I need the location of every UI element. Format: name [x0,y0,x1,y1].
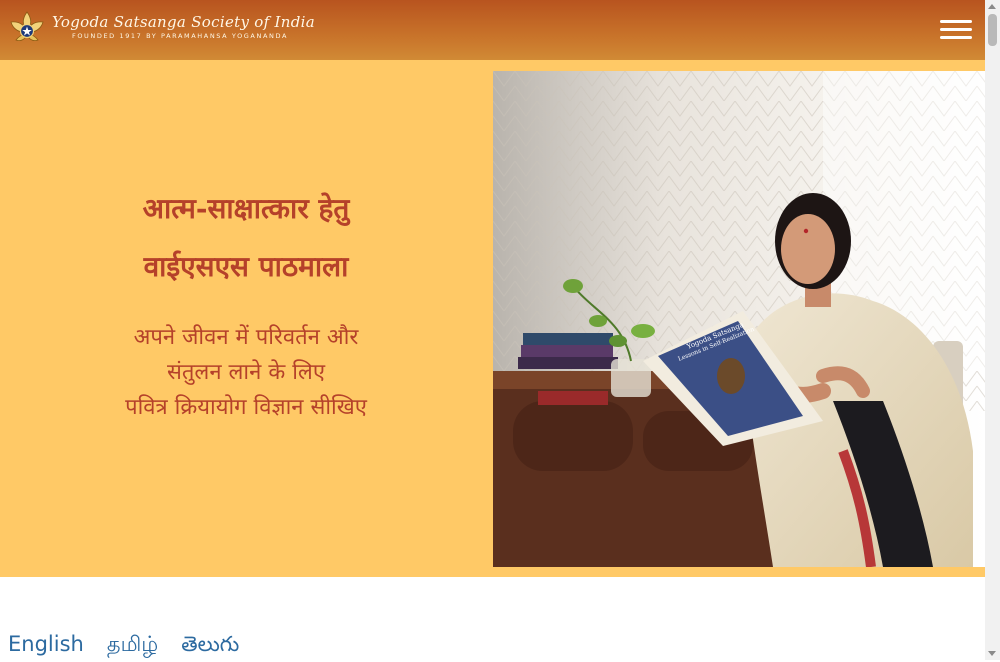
language-link-telugu[interactable]: తెలుగు [181,632,239,656]
lotus-star-emblem-icon[interactable] [8,10,46,48]
hero-subtitle-line2: संतुलन लाने के लिए [166,360,326,385]
org-logo-text[interactable]: Yogoda Satsanga Society of India FOUNDED… [52,13,315,41]
hero-title-line1: आत्म-साक्षात्कार हेतु [142,192,350,225]
language-switcher: English தமிழ் తెలుగు [8,632,257,662]
scroll-down-arrow-icon[interactable] [988,651,996,656]
hero-subtitle: अपने जीवन में परिवर्तन और संतुलन लाने के… [0,320,492,425]
hero-subtitle-line1: अपने जीवन में परिवर्तन और [133,325,359,350]
vertical-scrollbar[interactable] [985,0,1000,660]
hero-title-line2: वाईएसएस पाठमाला [143,250,349,283]
hero-photo-woman-reading-lessons: Yogoda Satsanga Lessons in Self-Realizat… [493,71,985,567]
language-link-tamil[interactable]: தமிழ் [107,632,158,656]
hero-text-block: आत्म-साक्षात्कार हेतु वाईएसएस पाठमाला अप… [0,180,492,425]
scroll-up-arrow-icon[interactable] [988,4,996,9]
hamburger-menu-icon[interactable] [940,18,974,42]
org-name: Yogoda Satsanga Society of India [52,13,315,31]
hero-subtitle-line3: पवित्र क्रियायोग विज्ञान सीखिए [125,395,367,420]
org-tagline: FOUNDED 1917 BY PARAMAHANSA YOGANANDA [72,32,288,40]
site-header: Yogoda Satsanga Society of India FOUNDED… [0,0,985,60]
language-link-english[interactable]: English [8,632,84,656]
scrollbar-thumb[interactable] [988,14,997,46]
